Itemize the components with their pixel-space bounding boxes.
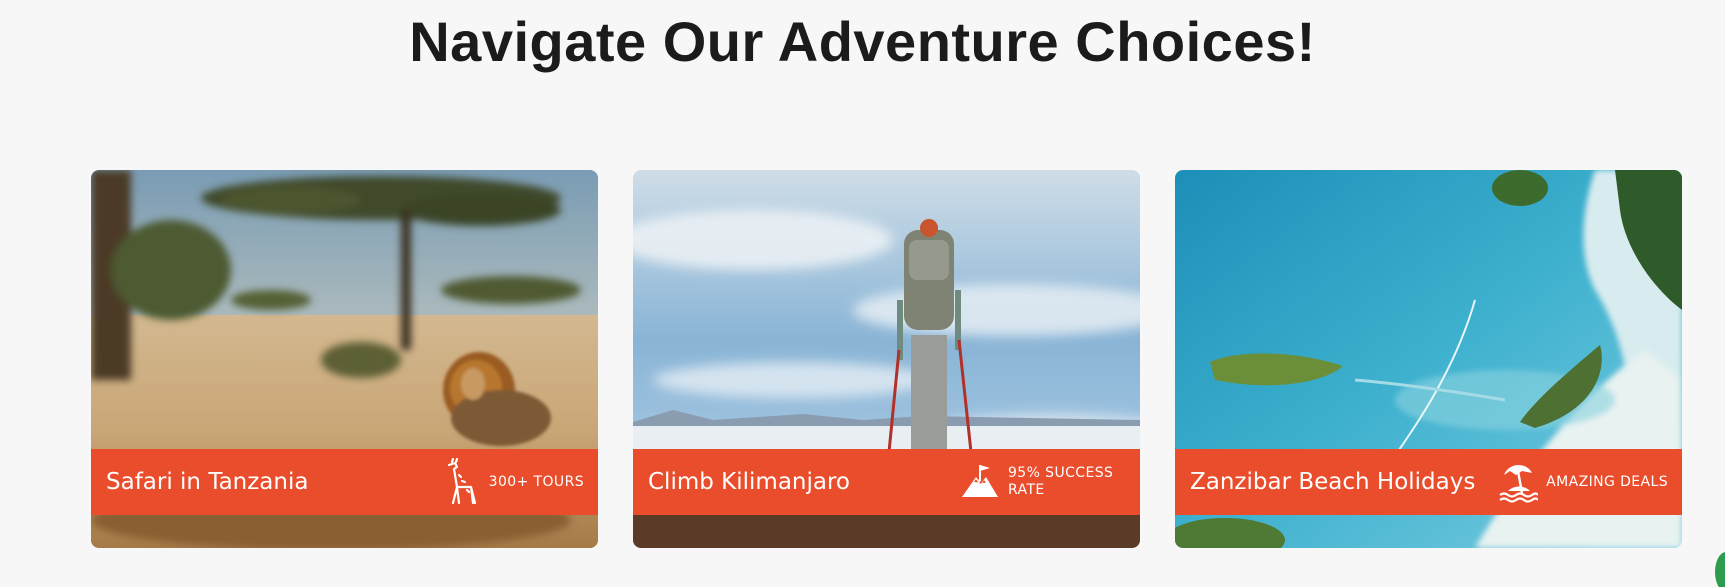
badge-text: 300+ TOURS	[488, 473, 584, 490]
card-safari-in-tanzania[interactable]: Safari in Tanzania 300+ TOURS	[91, 170, 598, 548]
card-bar: Climb Kilimanjaro 95% SUCCESS RATE	[633, 449, 1140, 515]
card-climb-kilimanjaro[interactable]: Climb Kilimanjaro 95% SUCCESS RATE	[633, 170, 1140, 548]
card-badge: AMAZING DEALS	[1498, 457, 1668, 507]
card-title: Zanzibar Beach Holidays	[1190, 469, 1476, 495]
section-heading: Navigate Our Adventure Choices!	[409, 10, 1316, 73]
card-title: Climb Kilimanjaro	[648, 469, 850, 495]
card-bar: Safari in Tanzania 300+ TOURS	[91, 449, 598, 515]
adventure-choices-section: Navigate Our Adventure Choices! Safari i…	[0, 0, 1725, 587]
badge-text: AMAZING DEALS	[1546, 473, 1668, 490]
giraffe-icon	[441, 457, 481, 507]
card-title: Safari in Tanzania	[106, 469, 309, 495]
mountain-flag-icon	[960, 457, 1000, 507]
chat-widget-edge[interactable]	[1715, 552, 1725, 587]
card-zanzibar-beach-holidays[interactable]: Zanzibar Beach Holidays AMAZING DEALS	[1175, 170, 1682, 548]
card-badge: 300+ TOURS	[441, 457, 584, 507]
badge-text: 95% SUCCESS RATE	[1008, 465, 1114, 498]
beach-umbrella-icon	[1498, 457, 1539, 507]
card-badge: 95% SUCCESS RATE	[960, 457, 1126, 507]
card-bar: Zanzibar Beach Holidays AMAZING DEALS	[1175, 449, 1682, 515]
